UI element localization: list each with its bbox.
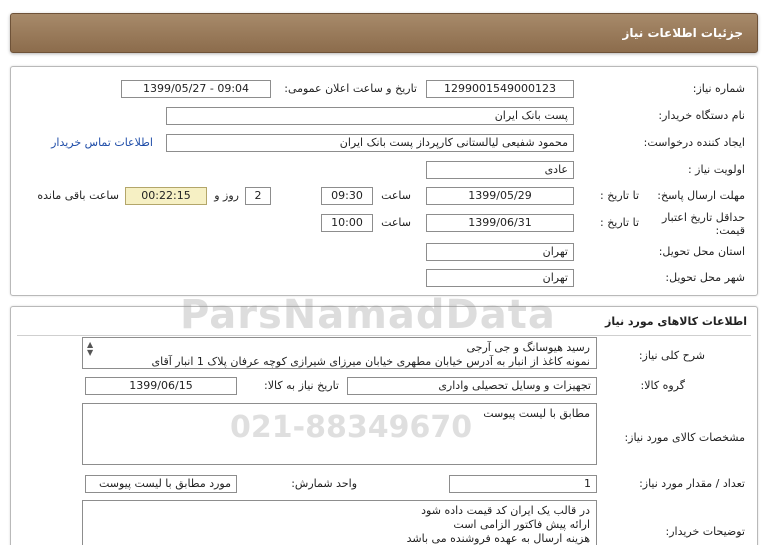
validity-to-date-label: تا تاریخ :	[600, 216, 639, 229]
buyer-notes-field[interactable]: در قالب یک ایران کد قیمت داده شود ارائه …	[82, 500, 597, 545]
goods-group-label: گروه کالا:	[640, 379, 685, 392]
buyer-note-line: هزینه ارسال به عهده فروشنده می باشد	[406, 532, 590, 545]
section-divider	[17, 335, 751, 336]
page-title: جزئیات اطلاعات نیاز	[622, 26, 743, 40]
deadline-time-field: 09:30	[321, 187, 373, 205]
requester-field: محمود شفیعی لیالستانی کارپرداز پست بانک …	[166, 134, 574, 152]
goods-section-title: اطلاعات کالاهای مورد نیاز	[605, 315, 747, 328]
deadline-date-field: 1399/05/29	[426, 187, 574, 205]
days-label: روز و	[214, 189, 239, 202]
goods-panel: اطلاعات کالاهای مورد نیاز شرح کلی نیاز: …	[10, 306, 758, 545]
buyer-note-line: در قالب یک ایران کد قیمت داده شود	[421, 504, 590, 517]
need-date-field: 1399/06/15	[85, 377, 237, 395]
requester-label: ایجاد کننده درخواست:	[643, 136, 745, 149]
summary-line-2: نمونه کاغذ از انبار به آدرس خیابان مطهری…	[151, 355, 590, 368]
validity-label-line1: حداقل تاریخ اعتبار	[661, 211, 745, 224]
summary-line-1: رسید هیوسانگ و جی آرجی	[466, 341, 590, 354]
city-field: تهران	[426, 269, 574, 287]
province-label: استان محل تحویل:	[658, 245, 745, 258]
province-field: تهران	[426, 243, 574, 261]
validity-time-field: 10:00	[321, 214, 373, 232]
deadline-label: مهلت ارسال پاسخ:	[657, 189, 745, 202]
validity-time-label: ساعت	[381, 216, 411, 229]
buyer-org-field: پست بانک ایران	[166, 107, 574, 125]
summary-field[interactable]: رسید هیوسانگ و جی آرجی نمونه کاغذ از انب…	[82, 337, 597, 369]
remaining-label: ساعت باقی مانده	[37, 189, 119, 202]
deadline-time-label: ساعت	[381, 189, 411, 202]
specs-label: مشخصات کالای مورد نیاز:	[624, 431, 745, 444]
specs-text: مطابق با لیست پیوست	[483, 407, 590, 420]
buyer-notes-label: توضیحات خریدار:	[665, 525, 746, 538]
buyer-org-label: نام دستگاه خریدار:	[658, 109, 745, 122]
unit-field: مورد مطابق با لیست پیوست	[85, 475, 237, 493]
buyer-contact-link[interactable]: اطلاعات تماس خریدار	[51, 136, 153, 149]
quantity-field: 1	[449, 475, 597, 493]
deadline-to-date-label: تا تاریخ :	[600, 189, 639, 202]
priority-field: عادی	[426, 161, 574, 179]
days-remaining-field: 2	[245, 187, 271, 205]
quantity-label: تعداد / مقدار مورد نیاز:	[639, 477, 745, 490]
priority-label: اولویت نیاز :	[687, 163, 745, 176]
page-header: جزئیات اطلاعات نیاز	[10, 13, 758, 53]
announce-label: تاریخ و ساعت اعلان عمومی:	[284, 82, 417, 95]
scroll-arrows-icon[interactable]: ▲ ▼	[87, 341, 93, 357]
buyer-note-line: ارائه پیش فاکتور الزامی است	[453, 518, 590, 531]
validity-label-line2: قیمت:	[715, 224, 745, 237]
city-label: شهر محل تحویل:	[665, 271, 745, 284]
need-info-panel: شماره نیاز: 1299001549000123 تاریخ و ساع…	[10, 66, 758, 296]
goods-group-field: تجهیزات و وسایل تحصیلی واداری	[347, 377, 597, 395]
remaining-time-field: 00:22:15	[125, 187, 207, 205]
validity-date-field: 1399/06/31	[426, 214, 574, 232]
unit-label: واحد شمارش:	[291, 477, 357, 490]
need-number-label: شماره نیاز:	[692, 82, 745, 95]
announce-field: 1399/05/27 - 09:04	[121, 80, 271, 98]
specs-field[interactable]: مطابق با لیست پیوست	[82, 403, 597, 465]
summary-label: شرح کلی نیاز:	[638, 349, 705, 362]
need-number-field: 1299001549000123	[426, 80, 574, 98]
need-date-label: تاریخ نیاز به کالا:	[264, 379, 339, 392]
